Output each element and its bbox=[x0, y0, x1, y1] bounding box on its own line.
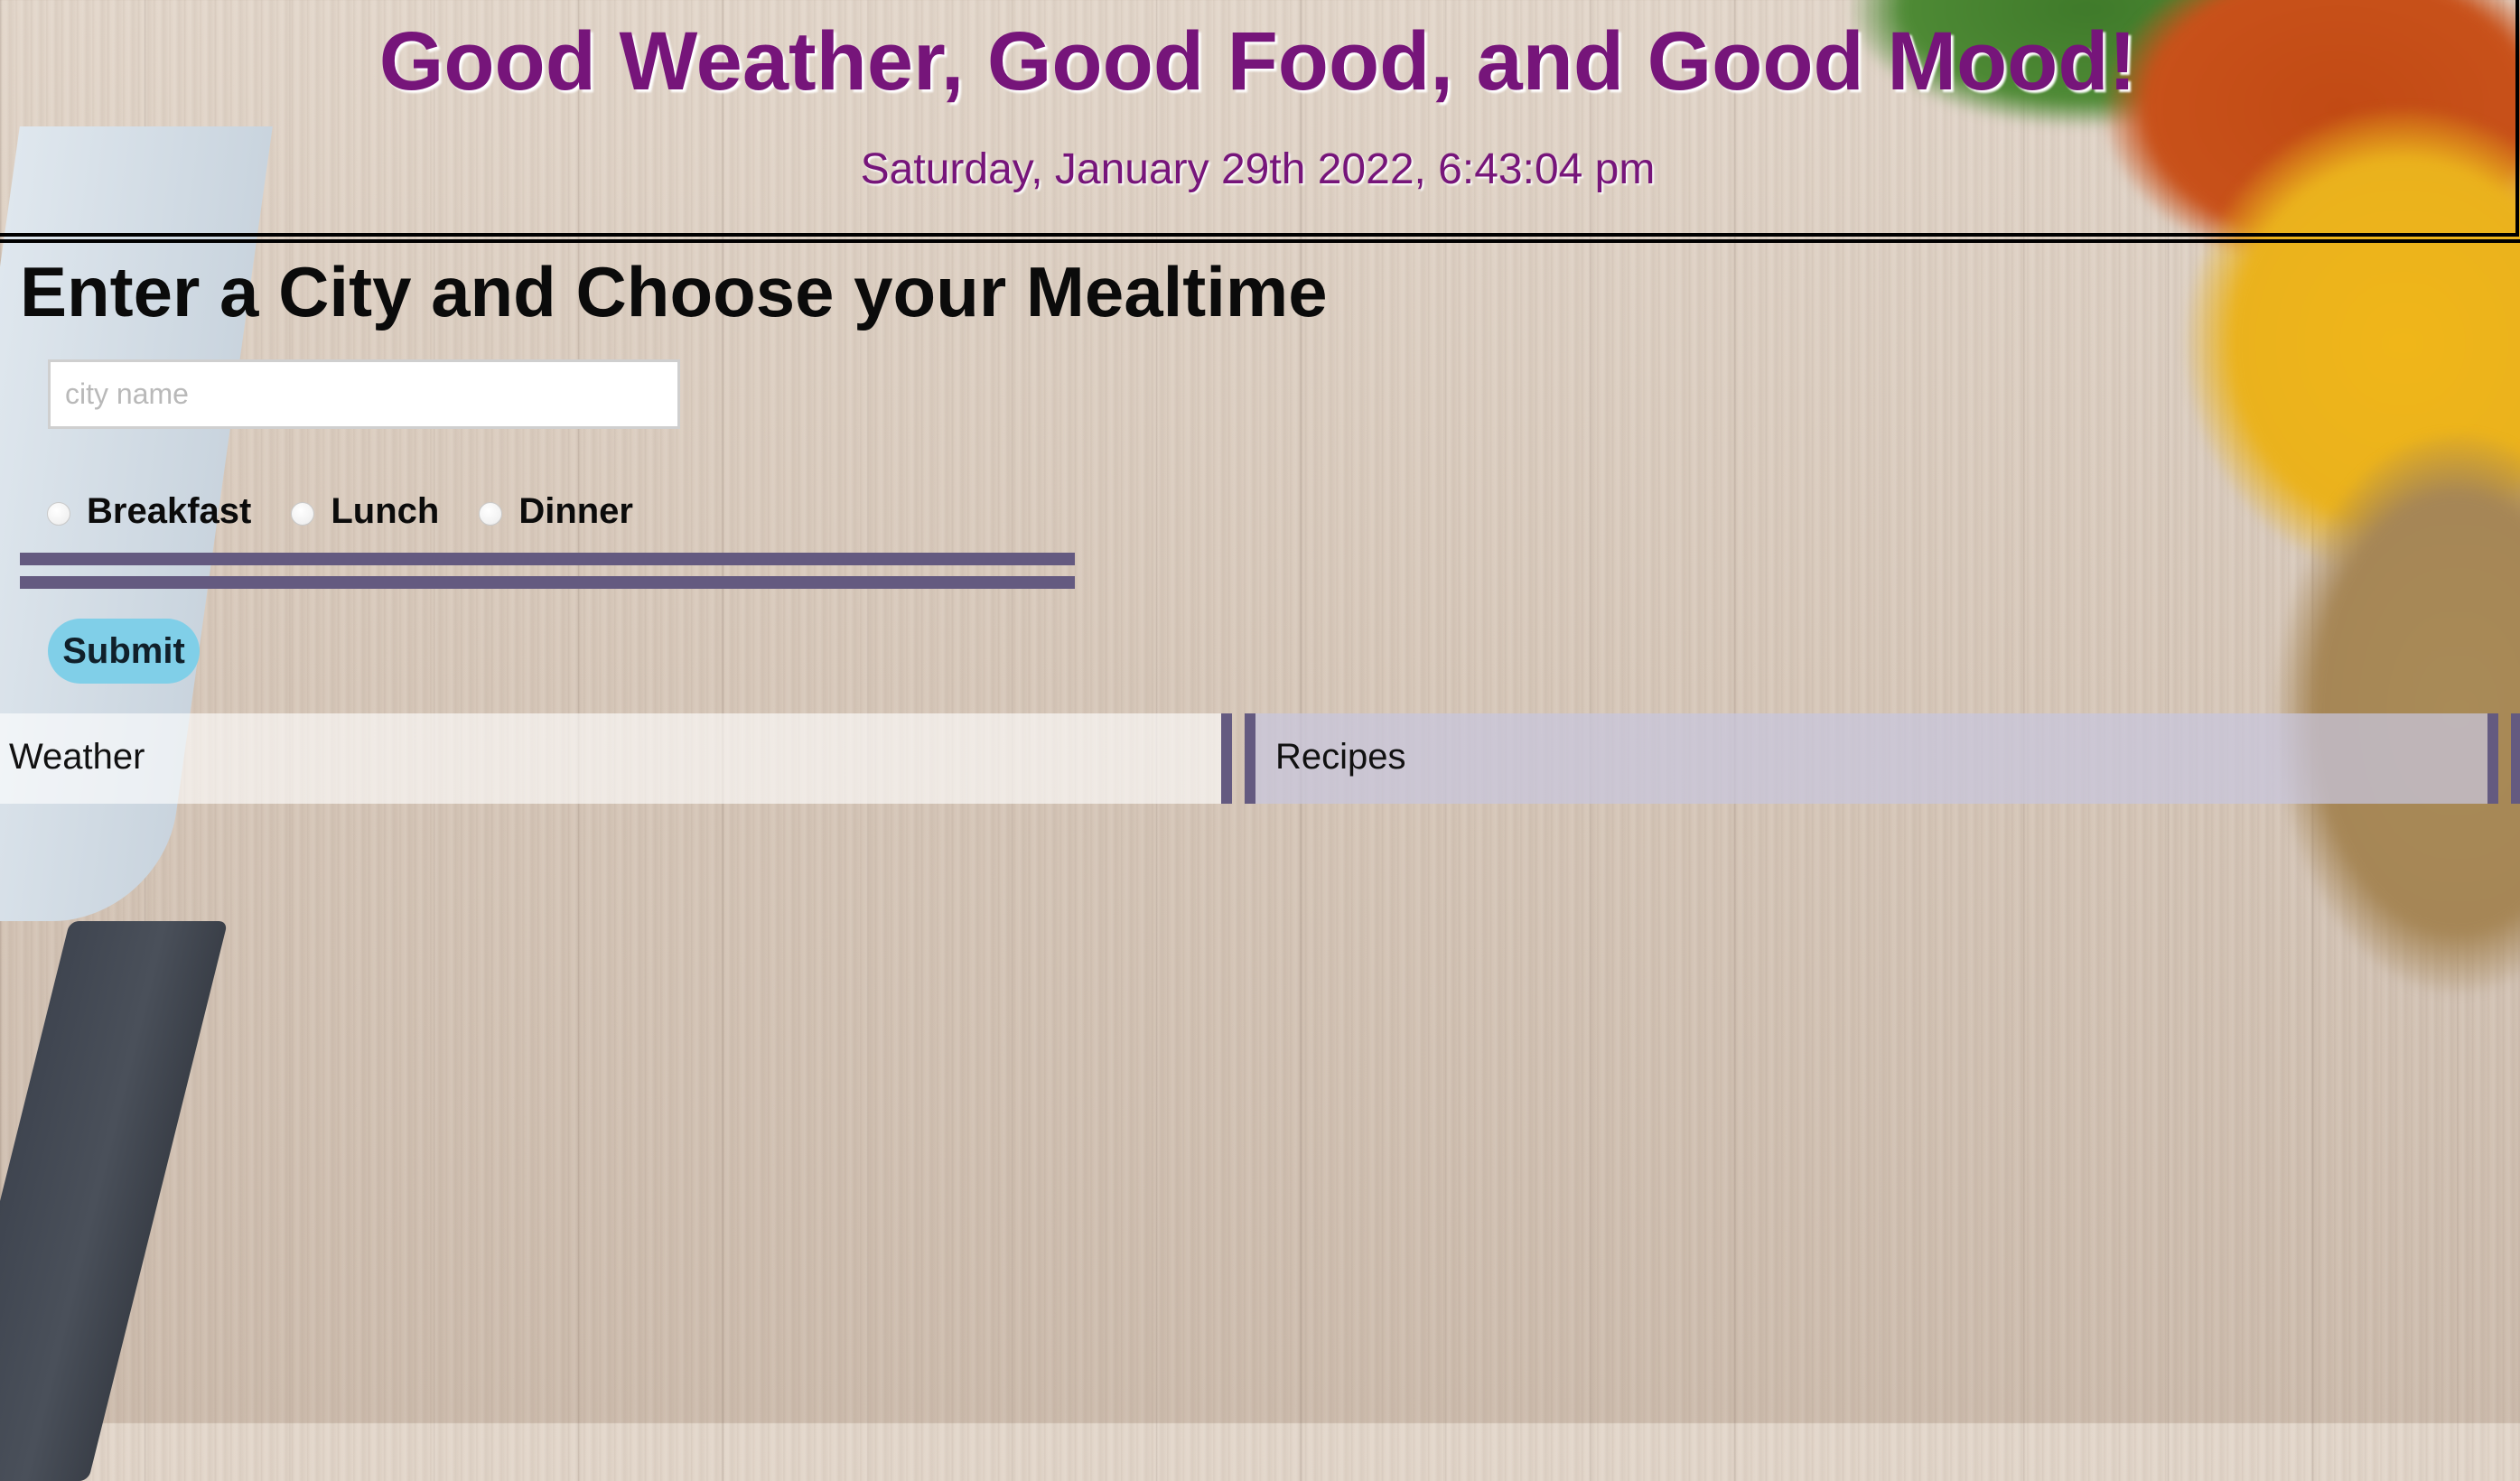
radio-button-dinner[interactable] bbox=[479, 502, 503, 526]
radio-button-lunch[interactable] bbox=[291, 502, 315, 526]
mealtime-radio-group: Breakfast Lunch Dinner bbox=[47, 484, 673, 538]
radio-label-lunch: Lunch bbox=[331, 490, 440, 531]
weather-panel: Weather bbox=[0, 713, 1221, 804]
form-divider-top bbox=[20, 553, 1075, 565]
page-title: Good Weather, Good Food, and Good Mood! bbox=[378, 15, 2137, 107]
radio-label-dinner: Dinner bbox=[518, 490, 633, 531]
background-knife-handle bbox=[0, 921, 229, 1481]
page-header: Good Weather, Good Food, and Good Mood! … bbox=[0, 0, 2519, 237]
form-divider-bottom bbox=[20, 576, 1075, 589]
radio-breakfast[interactable]: Breakfast bbox=[47, 491, 251, 532]
panel-divider bbox=[2487, 713, 2498, 804]
panel-divider bbox=[1245, 713, 1255, 804]
results-section: Weather Recipes bbox=[0, 713, 2520, 804]
radio-button-breakfast[interactable] bbox=[47, 502, 70, 526]
radio-dinner[interactable]: Dinner bbox=[479, 491, 633, 532]
radio-lunch[interactable]: Lunch bbox=[291, 491, 439, 532]
recipes-panel: Recipes bbox=[1255, 713, 2487, 804]
recipes-heading: Recipes bbox=[1275, 737, 1406, 777]
header-divider bbox=[0, 239, 2520, 243]
city-input[interactable] bbox=[48, 359, 680, 429]
submit-button[interactable]: Submit bbox=[48, 619, 200, 684]
form-heading: Enter a City and Choose your Mealtime bbox=[20, 252, 1328, 331]
radio-label-breakfast: Breakfast bbox=[87, 490, 252, 531]
current-datetime: Saturday, January 29th 2022, 6:43:04 pm bbox=[860, 145, 1656, 193]
panel-divider bbox=[1221, 713, 1232, 804]
panel-divider bbox=[2511, 713, 2520, 804]
weather-heading: Weather bbox=[9, 737, 145, 777]
